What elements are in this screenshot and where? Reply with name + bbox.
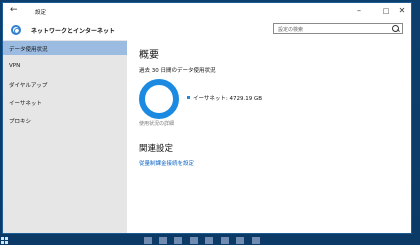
settings-window: ← 設定 – □ ✕ ネットワークとインターネット 設定の検索 データ使用状況 … — [2, 2, 412, 234]
sidebar-item-label: データ使用状況 — [9, 47, 48, 53]
taskbar-app-icon[interactable] — [174, 237, 182, 244]
taskbar-app-icon[interactable] — [205, 237, 213, 244]
main-content: 概要 過去 30 日間のデータ使用状況 イーサネット: 4729.19 GB 使… — [127, 40, 411, 233]
taskbar-app-icon[interactable] — [252, 237, 260, 244]
sidebar-item-dialup[interactable]: ダイヤルアップ — [3, 77, 127, 91]
taskbar-app-icon[interactable] — [159, 237, 167, 244]
minimize-icon[interactable]: – — [352, 6, 366, 16]
sidebar-item-proxy[interactable]: プロキシ — [3, 113, 127, 127]
overview-heading: 概要 — [139, 50, 159, 61]
usage-details-link[interactable]: 使用状況の詳細 — [139, 120, 174, 127]
taskbar-app-icon[interactable] — [190, 237, 198, 244]
usage-period-label: 過去 30 日間のデータ使用状況 — [139, 68, 216, 74]
title-bar: ← 設定 – □ ✕ — [3, 3, 411, 20]
usage-ring-chart — [139, 79, 179, 119]
page-title: ネットワークとインターネット — [31, 28, 116, 35]
search-icon[interactable] — [392, 25, 399, 32]
maximize-icon[interactable]: □ — [379, 6, 393, 16]
related-settings-heading: 関連設定 — [139, 144, 174, 154]
sidebar-item-label: VPN — [9, 63, 21, 69]
sidebar-item-ethernet[interactable]: イーサネット — [3, 95, 127, 109]
taskbar-app-icon[interactable] — [221, 237, 229, 244]
page-header: ネットワークとインターネット 設定の検索 — [3, 20, 411, 40]
sidebar-item-label: プロキシ — [9, 119, 32, 125]
search-placeholder: 設定の検索 — [278, 27, 304, 33]
sidebar-item-label: イーサネット — [9, 101, 42, 107]
taskbar-app-icon[interactable] — [236, 237, 244, 244]
sidebar-item-vpn[interactable]: VPN — [3, 59, 127, 73]
gear-icon — [11, 25, 21, 35]
search-input[interactable]: 設定の検索 — [273, 23, 403, 34]
sidebar-item-label: ダイヤルアップ — [9, 83, 48, 89]
ethernet-name: イーサネット — [193, 96, 226, 102]
sidebar: データ使用状況 VPN ダイヤルアップ イーサネット プロキシ — [3, 40, 127, 233]
close-icon[interactable]: ✕ — [395, 6, 409, 16]
start-icon[interactable] — [1, 237, 9, 244]
ethernet-legend-swatch — [187, 96, 190, 99]
window-title: 設定 — [35, 10, 47, 16]
sidebar-item-data-usage[interactable]: データ使用状況 — [3, 41, 127, 55]
taskbar — [0, 236, 420, 245]
back-arrow-icon[interactable]: ← — [10, 6, 22, 16]
ethernet-value: 4729.19 GB — [229, 96, 263, 102]
metered-connection-link[interactable]: 従量制課金接続を設定 — [139, 159, 194, 167]
ethernet-usage-label: イーサネット: 4729.19 GB — [193, 94, 262, 102]
taskbar-app-icon[interactable] — [144, 237, 152, 244]
